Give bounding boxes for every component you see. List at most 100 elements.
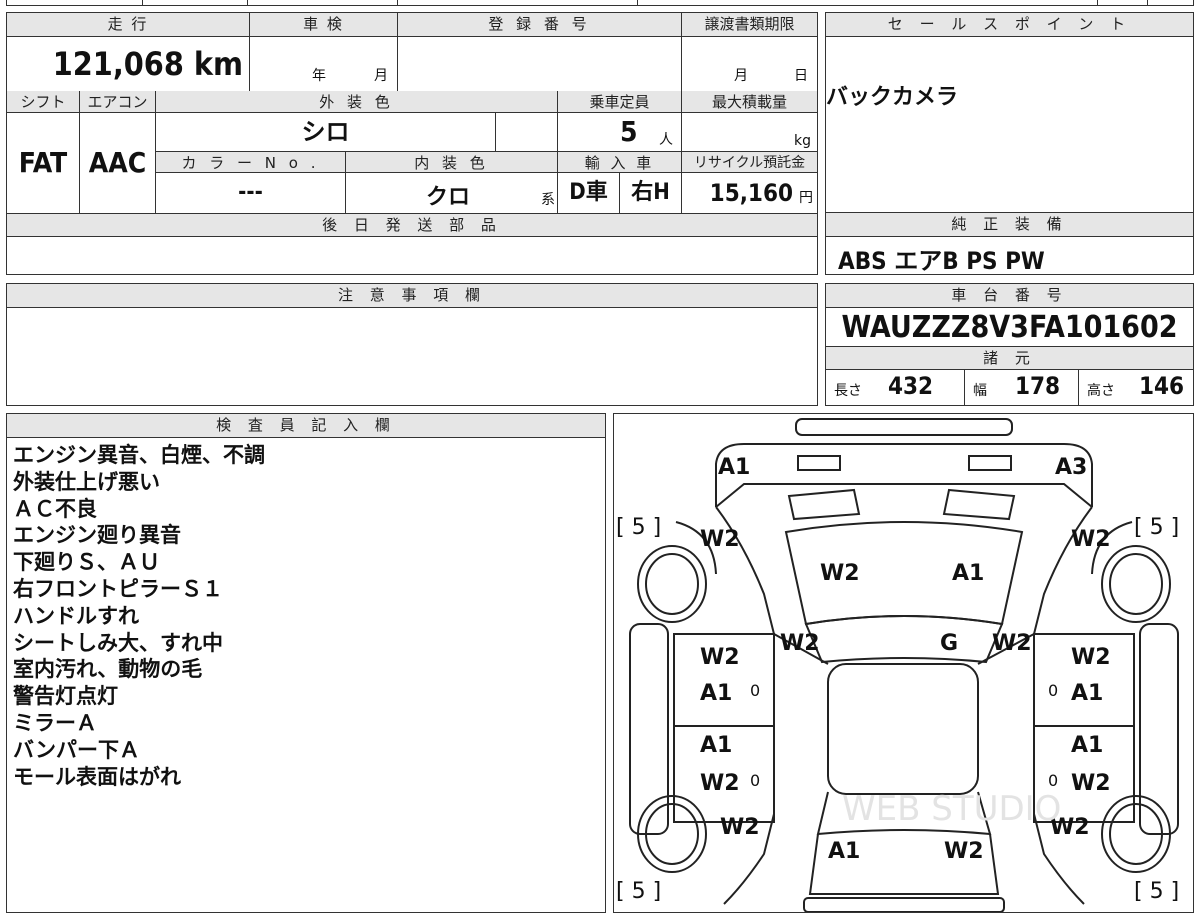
max-load-value: kg <box>681 113 817 151</box>
inspector-label: 検 査 員 記 入 欄 <box>7 414 605 438</box>
front-bumper-strip <box>795 418 1013 436</box>
color-no-label: カ ラ ー N o . <box>155 151 345 173</box>
damage-mark: W2 <box>1071 527 1111 552</box>
steering-side: 右H <box>619 173 681 213</box>
genuine-equipment-box: 純 正 装 備 ABS エアB PS PW <box>825 212 1194 275</box>
capacity-value-cell: 5 人 <box>557 113 681 151</box>
damage-mark: W2 <box>992 631 1032 656</box>
roof <box>827 663 979 795</box>
notes-box: 注 意 事 項 欄 <box>6 283 818 406</box>
spec-label: 諸 元 <box>826 346 1193 370</box>
ac-label: エアコン <box>79 91 155 113</box>
sales-point-text: バックカメラ <box>826 85 959 110</box>
sill-right <box>1139 623 1179 835</box>
headlight-left <box>797 455 841 471</box>
genuine-equipment-label: 純 正 装 備 <box>826 213 1193 237</box>
length-value: 432 <box>888 372 934 400</box>
shift-value: FAT <box>18 146 68 179</box>
damage-mark: W2 <box>780 631 820 656</box>
damage-mark: W2 <box>944 839 984 864</box>
inspector-notes: エンジン異音、白煙、不調 外装仕上げ悪い ＡＣ不良 エンジン廻り異音 下廻りＳ、… <box>13 442 265 790</box>
inspector-note: 室内汚れ、動物の毛 <box>13 657 203 682</box>
interior-color-cell: クロ 系 <box>345 173 557 213</box>
registration-value <box>397 37 681 91</box>
damage-mark: A3 <box>1055 455 1087 480</box>
damage-mark: W2 <box>700 645 740 670</box>
later-parts-label: 後 日 発 送 部 品 <box>7 213 817 237</box>
vehicle-damage-diagram: [ 5 ] [ 5 ] [ 5 ] [ 5 ] 0 0 0 0 A1 A3 W2… <box>616 418 1179 913</box>
length-cell: 長さ 432 <box>834 372 934 400</box>
watermark: WEB STUDIO <box>842 789 1061 829</box>
tread-mark: 0 <box>750 681 760 700</box>
interior-color-label: 内 装 色 <box>345 151 557 173</box>
inspector-note: 外装仕上げ悪い <box>13 469 160 494</box>
height-value: 146 <box>1139 372 1185 400</box>
mileage-label: 走 行 <box>7 13 249 37</box>
tread-mark: 0 <box>750 771 760 790</box>
damage-mark: G <box>940 631 958 656</box>
color-no-value: --- <box>155 173 345 213</box>
inspector-note: モール表面はがれ <box>13 764 181 789</box>
rear-bumper-strip <box>803 897 1005 913</box>
exterior-color-extra <box>495 113 557 151</box>
damage-mark: W2 <box>1071 645 1111 670</box>
damage-mark: A1 <box>700 733 732 758</box>
transfer-deadline-value: 月 日 <box>681 37 817 91</box>
vehicle-info-table: 走 行 車 検 登 録 番 号 譲渡書類期限 121,068 km 年 月 月 … <box>6 12 818 275</box>
import-type: D車 <box>557 173 619 213</box>
damage-mark: A1 <box>1071 681 1103 706</box>
tread-mark: 0 <box>1048 681 1058 700</box>
damage-mark: A1 <box>700 681 732 706</box>
sill-left <box>629 623 669 835</box>
damage-mark: A1 <box>1071 733 1103 758</box>
mileage-value: 121,068 km <box>52 45 243 83</box>
sales-point-box: セ ー ル ス ポ イ ン ト バックカメラ <box>825 12 1194 214</box>
roof-front <box>804 615 1004 664</box>
damage-mark: A1 <box>952 561 984 586</box>
width-value: 178 <box>1015 372 1061 400</box>
front-body-outline <box>715 443 1093 507</box>
inspector-note: 下廻りＳ、ＡＵ <box>13 550 160 575</box>
grille-left <box>787 488 861 521</box>
inspector-note: ハンドルすれ <box>13 603 139 628</box>
width-cell: 幅 178 <box>964 370 1078 405</box>
tire-front-left <box>637 545 707 623</box>
damage-mark: W2 <box>820 561 860 586</box>
inspection-label: 車 検 <box>249 13 397 37</box>
inspection-value: 年 月 <box>249 37 397 91</box>
exterior-color-label: 外 装 色 <box>155 91 557 113</box>
damage-diagram-box: [ 5 ] [ 5 ] [ 5 ] [ 5 ] 0 0 0 0 A1 A3 W2… <box>613 413 1194 913</box>
shift-label: シフト <box>7 91 79 113</box>
registration-label: 登 録 番 号 <box>397 13 681 37</box>
recycle-fee: 15,160 <box>709 179 793 207</box>
ac-value: AAC <box>79 113 155 213</box>
inspector-note: エンジン異音、白煙、不調 <box>13 443 265 467</box>
tire-front-right <box>1101 545 1171 623</box>
grille-right <box>942 488 1016 521</box>
inspector-note: エンジン廻り異音 <box>13 523 181 548</box>
top-strip <box>6 0 1194 6</box>
capacity-label: 乗車定員 <box>557 91 681 113</box>
inspector-box: 検 査 員 記 入 欄 エンジン異音、白煙、不調 外装仕上げ悪い ＡＣ不良 エン… <box>6 413 606 913</box>
inspector-note: ミラーＡ <box>13 710 97 735</box>
interior-color-value: クロ <box>426 185 471 210</box>
max-load-label: 最大積載量 <box>681 91 817 113</box>
tread-depth-front-left: [ 5 ] <box>616 515 661 540</box>
tread-depth-rear-left: [ 5 ] <box>616 879 661 904</box>
chassis-box: 車 台 番 号 WAUZZZ8V3FA101602 諸 元 長さ 432 幅 1… <box>825 283 1194 406</box>
capacity-value: 5 <box>620 115 638 148</box>
genuine-equipment-text: ABS エアB PS PW <box>838 247 1045 275</box>
recycle-label: リサイクル預託金 <box>681 151 817 173</box>
damage-mark: A1 <box>718 455 750 480</box>
tread-mark: 0 <box>1048 771 1058 790</box>
chassis-label: 車 台 番 号 <box>826 284 1193 308</box>
damage-mark: W2 <box>700 771 740 796</box>
sales-point-label: セ ー ル ス ポ イ ン ト <box>826 13 1193 37</box>
import-label: 輸 入 車 <box>557 151 681 173</box>
inspector-note: 警告灯点灯 <box>13 684 118 709</box>
transfer-deadline-label: 譲渡書類期限 <box>681 13 817 37</box>
inspector-note: ＡＣ不良 <box>13 496 97 521</box>
recycle-fee-cell: 15,160 円 <box>681 173 817 213</box>
front-hood-line <box>715 483 1093 508</box>
damage-mark: A1 <box>828 839 860 864</box>
